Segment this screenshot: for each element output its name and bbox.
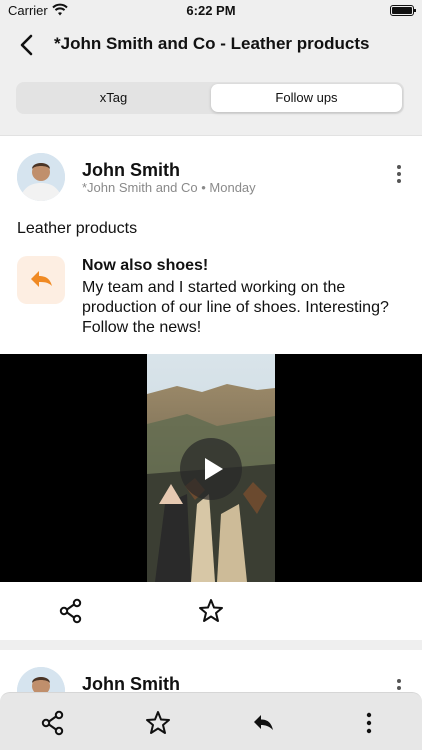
- post-day: Monday: [209, 180, 256, 195]
- video-player[interactable]: [0, 354, 422, 582]
- play-button[interactable]: [180, 438, 242, 500]
- back-chevron-icon[interactable]: [14, 32, 40, 58]
- post-topic: Leather products: [17, 220, 138, 237]
- star-icon[interactable]: [197, 597, 225, 625]
- share-icon[interactable]: [57, 597, 85, 625]
- author-meta: *John Smith and Co • Monday: [82, 180, 256, 195]
- share-icon[interactable]: [39, 709, 67, 737]
- author-name[interactable]: John Smith: [82, 160, 180, 181]
- more-options-icon[interactable]: [355, 709, 383, 737]
- bottom-toolbar: [0, 692, 422, 750]
- company-name: *John Smith and Co: [82, 180, 198, 195]
- segment-xtag[interactable]: xTag: [18, 84, 209, 112]
- reply-icon: [31, 271, 52, 287]
- more-options-icon[interactable]: [389, 162, 409, 186]
- navigation-bar: *John Smith and Co - Leather products: [0, 22, 422, 66]
- avatar-photo: [17, 153, 65, 201]
- reply-badge: [17, 256, 65, 304]
- status-time: 6:22 PM: [186, 3, 236, 18]
- status-bar: Carrier 6:22 PM: [0, 0, 422, 22]
- segment-follow-ups[interactable]: Follow ups: [211, 84, 402, 112]
- message-title: Now also shoes!: [82, 257, 209, 274]
- star-icon[interactable]: [144, 709, 172, 737]
- play-icon: [205, 458, 223, 480]
- page-title: *John Smith and Co - Leather products: [54, 34, 370, 53]
- segmented-control: xTag Follow ups: [16, 82, 404, 114]
- post-card: John Smith *John Smith and Co • Monday L…: [0, 136, 422, 640]
- message-body: My team and I started working on the pro…: [82, 279, 389, 336]
- more-vertical-icon: [366, 712, 372, 734]
- reply-icon[interactable]: [249, 709, 277, 737]
- avatar[interactable]: [17, 153, 65, 201]
- battery-icon: [390, 5, 416, 16]
